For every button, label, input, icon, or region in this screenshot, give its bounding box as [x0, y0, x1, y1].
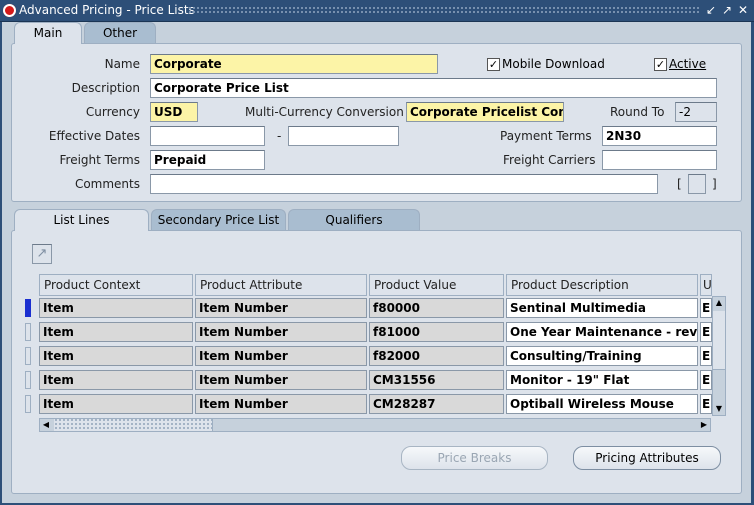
- table-cell-context[interactable]: Item: [39, 322, 193, 342]
- column-header-product-attribute[interactable]: Product Attribute: [195, 274, 367, 296]
- oracle-logo-icon: [3, 4, 16, 17]
- table-cell-description[interactable]: One Year Maintenance - reve: [506, 322, 698, 342]
- price-breaks-button[interactable]: Price Breaks: [401, 446, 548, 470]
- table-cell-uom[interactable]: E: [700, 298, 712, 318]
- table-cell-uom[interactable]: E: [700, 346, 712, 366]
- dff-bracket-open: [: [677, 177, 682, 191]
- multicurrency-label: Multi-Currency Conversion: [245, 105, 404, 119]
- effective-to-field[interactable]: [288, 126, 399, 146]
- round-to-field: -2: [675, 102, 717, 122]
- effective-dates-label: Effective Dates: [48, 129, 140, 143]
- scroll-up-icon[interactable]: ▲: [713, 297, 725, 309]
- row-selector-4[interactable]: [25, 371, 31, 389]
- column-header-product-context[interactable]: Product Context: [39, 274, 193, 296]
- row-selector-3[interactable]: [25, 347, 31, 365]
- dff-bracket-close: ]: [712, 177, 717, 191]
- descriptive-flexfield[interactable]: [688, 174, 706, 194]
- horizontal-scroll-thumb[interactable]: [54, 419, 213, 431]
- name-field[interactable]: Corporate: [150, 54, 438, 74]
- table-cell-attribute[interactable]: Item Number: [195, 370, 367, 390]
- horizontal-scrollbar[interactable]: ◀ ▶: [39, 418, 711, 432]
- tab-other[interactable]: Other: [84, 22, 156, 43]
- table-cell-attribute[interactable]: Item Number: [195, 322, 367, 342]
- payment-terms-field[interactable]: 2N30: [602, 126, 717, 146]
- active-checkbox[interactable]: ✓: [654, 58, 667, 71]
- minimize-icon[interactable]: ↙: [704, 3, 718, 17]
- table-cell-value[interactable]: CM28287: [369, 394, 504, 414]
- vertical-scrollbar[interactable]: ▲ ▼: [712, 296, 726, 416]
- scroll-left-icon[interactable]: ◀: [40, 419, 52, 431]
- table-cell-description[interactable]: Monitor - 19" Flat: [506, 370, 698, 390]
- tab-secondary-price-list[interactable]: Secondary Price List: [151, 209, 286, 230]
- table-cell-description[interactable]: Optiball Wireless Mouse: [506, 394, 698, 414]
- freight-carriers-field[interactable]: [602, 150, 717, 170]
- round-to-label: Round To: [610, 105, 665, 119]
- mobile-download-checkbox[interactable]: ✓: [487, 58, 500, 71]
- freight-terms-label: Freight Terms: [59, 153, 141, 167]
- currency-field[interactable]: USD: [150, 102, 198, 122]
- scroll-right-icon[interactable]: ▶: [698, 419, 710, 431]
- name-label: Name: [104, 57, 140, 71]
- effective-from-field[interactable]: [150, 126, 265, 146]
- row-selector-1[interactable]: [25, 299, 31, 317]
- tab-main[interactable]: Main: [14, 22, 82, 44]
- description-field[interactable]: Corporate Price List: [150, 78, 717, 98]
- table-cell-value[interactable]: f81000: [369, 322, 504, 342]
- table-cell-attribute[interactable]: Item Number: [195, 346, 367, 366]
- table-cell-attribute[interactable]: Item Number: [195, 394, 367, 414]
- table-cell-attribute[interactable]: Item Number: [195, 298, 367, 318]
- table-cell-description[interactable]: Sentinal Multimedia: [506, 298, 698, 318]
- comments-field[interactable]: [150, 174, 658, 194]
- active-label: Active: [669, 57, 707, 71]
- pricing-attributes-button[interactable]: Pricing Attributes: [573, 446, 721, 470]
- column-header-product-description[interactable]: Product Description: [506, 274, 698, 296]
- tab-qualifiers[interactable]: Qualifiers: [288, 209, 420, 230]
- export-icon[interactable]: ↗: [32, 244, 52, 264]
- freight-carriers-label: Freight Carriers: [503, 153, 596, 167]
- multicurrency-field[interactable]: Corporate Pricelist Conv: [406, 102, 564, 122]
- table-cell-context[interactable]: Item: [39, 346, 193, 366]
- table-cell-value[interactable]: f80000: [369, 298, 504, 318]
- table-cell-context[interactable]: Item: [39, 298, 193, 318]
- table-cell-uom[interactable]: E: [700, 370, 712, 390]
- table-cell-description[interactable]: Consulting/Training: [506, 346, 698, 366]
- currency-label: Currency: [85, 105, 140, 119]
- close-icon[interactable]: ✕: [736, 3, 750, 17]
- table-cell-context[interactable]: Item: [39, 370, 193, 390]
- vertical-scroll-thumb[interactable]: [713, 311, 725, 370]
- tab-list-lines[interactable]: List Lines: [14, 209, 149, 231]
- maximize-icon[interactable]: ↗: [720, 3, 734, 17]
- comments-label: Comments: [74, 177, 140, 191]
- title-bar[interactable]: Advanced Pricing - Price Lists ↙ ↗ ✕: [0, 0, 754, 22]
- scroll-down-icon[interactable]: ▼: [713, 403, 725, 415]
- payment-terms-label: Payment Terms: [500, 129, 592, 143]
- row-selector-5[interactable]: [25, 395, 31, 413]
- table-cell-context[interactable]: Item: [39, 394, 193, 414]
- table-cell-value[interactable]: CM31556: [369, 370, 504, 390]
- table-cell-value[interactable]: f82000: [369, 346, 504, 366]
- date-separator: -: [277, 129, 282, 143]
- table-cell-uom[interactable]: E: [700, 394, 712, 414]
- column-header-product-value[interactable]: Product Value: [369, 274, 504, 296]
- window-title: Advanced Pricing - Price Lists: [19, 3, 195, 17]
- row-selector-2[interactable]: [25, 323, 31, 341]
- description-label: Description: [71, 81, 140, 95]
- mobile-download-label: Mobile Download: [502, 57, 605, 71]
- freight-terms-field[interactable]: Prepaid: [150, 150, 265, 170]
- title-bar-grip: [188, 6, 700, 15]
- table-cell-uom[interactable]: E: [700, 322, 712, 342]
- column-header-uom[interactable]: U: [700, 274, 712, 296]
